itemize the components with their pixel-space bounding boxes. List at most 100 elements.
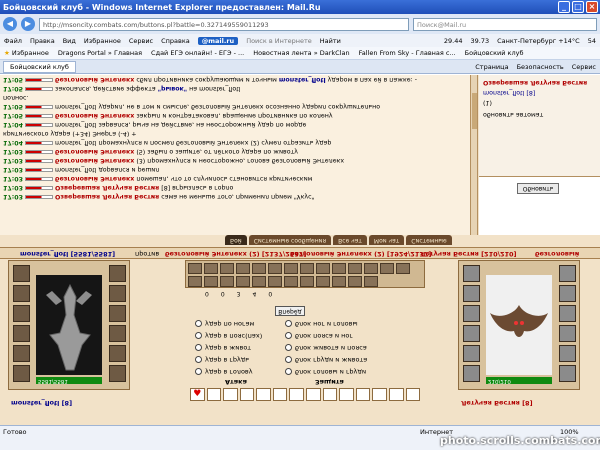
enemy-mid-2[interactable]: безголовый Энтелекх (2) [1924/2137] xyxy=(290,250,431,258)
tactic-icon[interactable] xyxy=(316,276,330,287)
mailru-logo[interactable]: @mail.ru xyxy=(197,36,239,45)
equipment-slot[interactable] xyxy=(109,265,126,282)
equipment-slot[interactable] xyxy=(109,285,126,302)
log-scrollbar[interactable] xyxy=(470,75,477,235)
spell-slot[interactable] xyxy=(256,388,271,401)
favorite-item[interactable]: Сдай ЕГЭ онлайн! - ЕГЭ - ... xyxy=(151,49,244,57)
equipment-slot[interactable] xyxy=(13,265,30,282)
equipment-slot[interactable] xyxy=(463,345,480,362)
spell-slot[interactable] xyxy=(372,388,387,401)
tactic-icon[interactable] xyxy=(364,276,378,287)
equipment-slot[interactable] xyxy=(13,345,30,362)
log-tab[interactable]: Все чат xyxy=(333,235,367,245)
equipment-slot[interactable] xyxy=(559,345,576,362)
spell-slot[interactable] xyxy=(223,388,238,401)
enemy-mid[interactable]: безголовый Энтелекх (2) [2137/2137] xyxy=(165,250,306,258)
tactic-icon[interactable] xyxy=(316,263,330,274)
spell-slot[interactable] xyxy=(405,388,421,401)
tactic-icon[interactable] xyxy=(268,276,282,287)
favorite-item[interactable]: Fallen From Sky - Главная с... xyxy=(359,49,456,57)
tactic-icon[interactable] xyxy=(236,263,250,274)
equipment-slot[interactable] xyxy=(13,325,30,342)
update-button[interactable]: Обновить xyxy=(517,183,559,194)
find-button[interactable]: Найти xyxy=(320,37,341,45)
equipment-slot[interactable] xyxy=(559,265,576,282)
favorites-button[interactable]: ★ Избранное xyxy=(4,49,49,57)
tactic-icon[interactable] xyxy=(332,276,346,287)
tools-menu[interactable]: Сервис xyxy=(572,63,596,71)
back-icon[interactable]: ◀ xyxy=(3,17,17,31)
equipment-slot[interactable] xyxy=(559,285,576,302)
equipment-slot[interactable] xyxy=(463,285,480,302)
equipment-slot[interactable] xyxy=(109,365,126,382)
tactic-icon[interactable] xyxy=(204,263,218,274)
equipment-slot[interactable] xyxy=(463,365,480,382)
equipment-slot[interactable] xyxy=(13,285,30,302)
tactic-icon[interactable] xyxy=(284,276,298,287)
favorite-item[interactable]: Бойцовский клуб xyxy=(465,49,524,57)
menu-file[interactable]: Файл xyxy=(4,37,22,45)
tactic-icon[interactable] xyxy=(236,276,250,287)
equipment-slot[interactable] xyxy=(463,325,480,342)
spell-slot[interactable] xyxy=(239,388,255,401)
spell-slot[interactable] xyxy=(306,388,321,401)
enemy-name[interactable]: Летучая Бестия [8] xyxy=(461,399,533,407)
enemy-left[interactable]: monster_flotl [5581/5581] xyxy=(20,250,115,258)
sidebar-line[interactable]: обновить автомат xyxy=(483,111,543,118)
tactic-icon[interactable] xyxy=(188,276,202,287)
tactic-icon[interactable] xyxy=(364,263,378,274)
tactic-icon[interactable] xyxy=(284,263,298,274)
enemy-right-2[interactable]: безголовый xyxy=(535,250,579,258)
tactic-icon[interactable] xyxy=(204,276,218,287)
equipment-slot[interactable] xyxy=(13,365,30,382)
maximize-icon[interactable]: □ xyxy=(572,1,584,13)
mail-count[interactable]: 54 xyxy=(588,37,596,45)
menu-help[interactable]: Справка xyxy=(161,37,190,45)
menu-tools[interactable]: Сервис xyxy=(129,37,153,45)
tactic-icon[interactable] xyxy=(252,263,266,274)
tactic-icon[interactable] xyxy=(220,263,234,274)
favorite-item[interactable]: Dragons Portal » Главная xyxy=(58,49,142,57)
equipment-slot[interactable] xyxy=(463,265,480,282)
weather[interactable]: Санкт-Петербург +14°C xyxy=(497,37,580,45)
forward-icon[interactable]: ▶ xyxy=(21,17,35,31)
tactic-icon[interactable] xyxy=(348,263,362,274)
minimize-icon[interactable]: _ xyxy=(558,1,570,13)
player-name[interactable]: monster_flotl [8] xyxy=(11,399,72,407)
tactic-icon[interactable] xyxy=(220,276,234,287)
favorite-item[interactable]: Новостная лента » DarkClan xyxy=(253,49,349,57)
spell-slot[interactable] xyxy=(339,388,354,401)
close-icon[interactable]: × xyxy=(586,1,598,13)
equipment-slot[interactable] xyxy=(13,305,30,322)
search-input[interactable]: Поиск@Mail.ru xyxy=(413,17,597,31)
log-tab[interactable]: Системные сообщения xyxy=(248,235,332,245)
equipment-slot[interactable] xyxy=(109,305,126,322)
spell-slot[interactable] xyxy=(206,388,222,401)
heart-icon[interactable]: ♥ xyxy=(190,388,205,401)
spell-slot[interactable] xyxy=(322,388,338,401)
url-field[interactable]: http://msoncity.combats.com/buttons.pl?b… xyxy=(39,17,409,31)
equipment-slot[interactable] xyxy=(559,365,576,382)
log-tab[interactable]: Мои чат xyxy=(368,235,405,245)
tactic-icon[interactable] xyxy=(252,276,266,287)
equipment-slot[interactable] xyxy=(109,345,126,362)
tactic-icon[interactable] xyxy=(380,263,394,274)
search-hint[interactable]: Поиск в Интернете xyxy=(246,37,312,45)
tactic-icon[interactable] xyxy=(268,263,282,274)
spell-slot[interactable] xyxy=(388,388,404,401)
equipment-slot[interactable] xyxy=(559,305,576,322)
sidebar-line[interactable]: monster_flotl [8] xyxy=(483,89,535,96)
spell-slot[interactable] xyxy=(272,388,288,401)
tactic-icon[interactable] xyxy=(348,276,362,287)
tactic-icon[interactable] xyxy=(396,263,410,274)
log-tab[interactable]: Системные xyxy=(406,235,452,245)
spell-slot[interactable] xyxy=(289,388,305,401)
page-menu[interactable]: Страница xyxy=(475,63,508,71)
spell-slot[interactable] xyxy=(355,388,371,401)
tactic-icon[interactable] xyxy=(300,263,314,274)
tactic-icon[interactable] xyxy=(332,263,346,274)
menu-view[interactable]: Вид xyxy=(63,37,76,45)
equipment-slot[interactable] xyxy=(463,305,480,322)
equipment-slot[interactable] xyxy=(109,325,126,342)
tactic-icon[interactable] xyxy=(300,276,314,287)
